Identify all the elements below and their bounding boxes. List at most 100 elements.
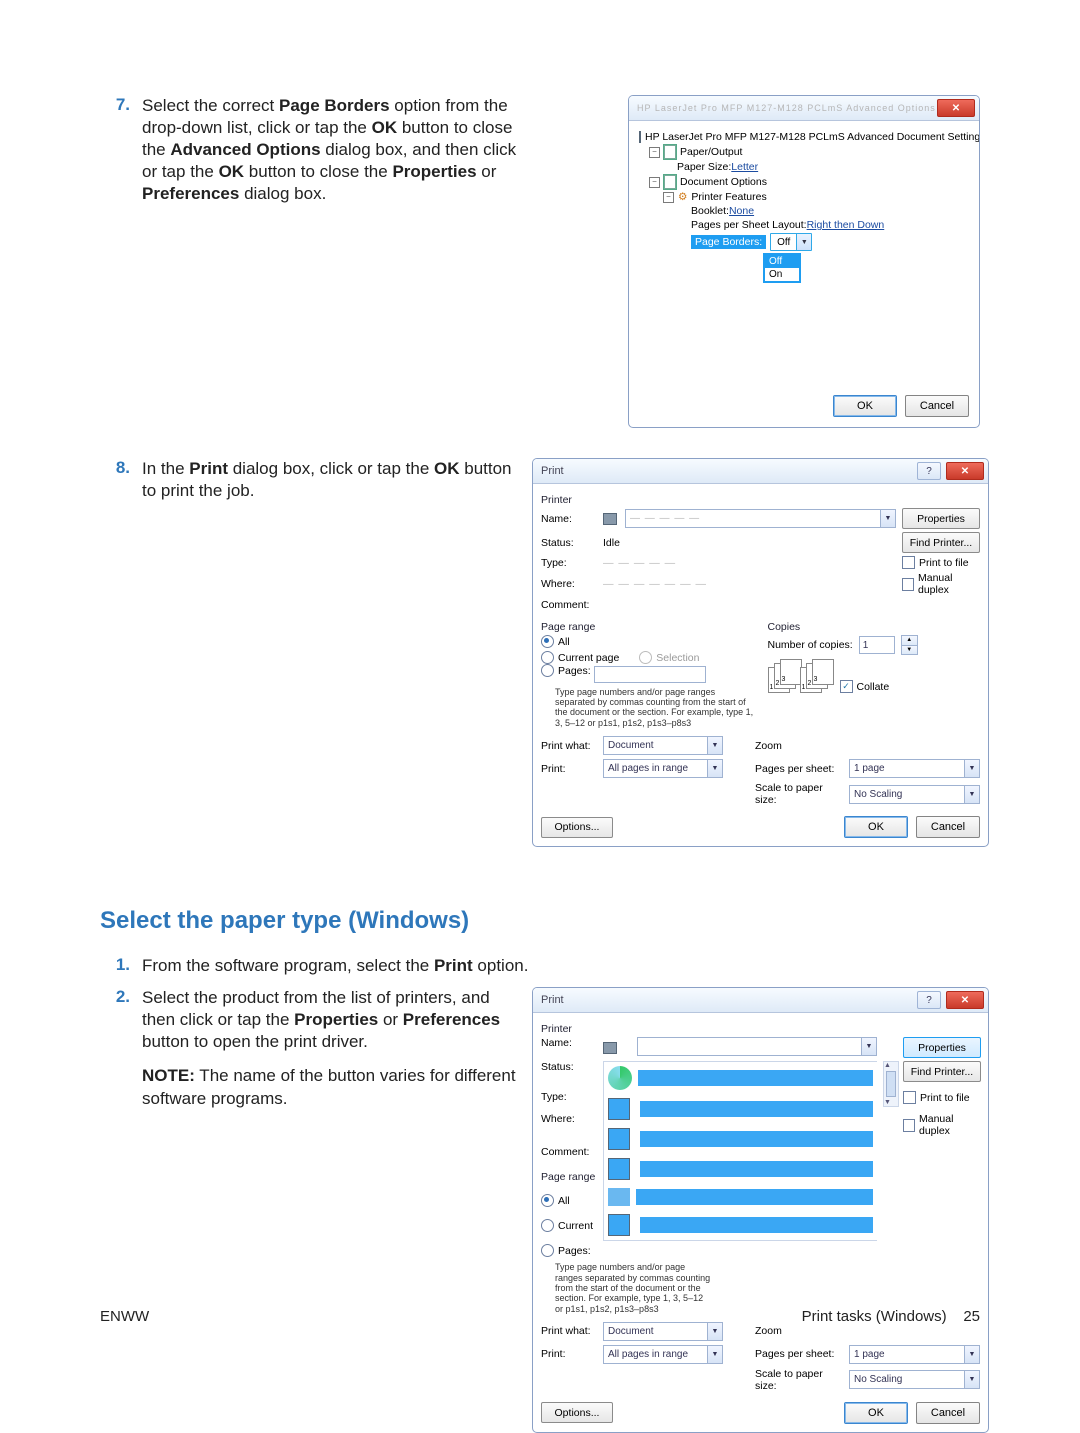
type-value: — — — — — xyxy=(603,557,896,569)
radio-all[interactable]: All xyxy=(541,1194,570,1207)
properties-button[interactable]: Properties xyxy=(902,508,980,529)
t: Print xyxy=(434,956,473,975)
printer-name-dropdown[interactable]: ▼ xyxy=(637,1037,877,1056)
pages-input[interactable] xyxy=(594,666,706,683)
print-dialog: Print ? Printer Name: — — — — —▼ Pr xyxy=(532,458,989,847)
tree-toggle-icon[interactable]: − xyxy=(649,177,660,188)
options-button[interactable]: Options... xyxy=(541,817,613,838)
scale-dropdown[interactable]: No Scaling▼ xyxy=(849,1370,980,1389)
chevron-down-icon: ▼ xyxy=(880,510,895,527)
radio-all[interactable]: All xyxy=(541,635,570,648)
footer-section: Print tasks (Windows) xyxy=(802,1308,947,1325)
scale-dropdown[interactable]: No Scaling▼ xyxy=(849,785,980,804)
t: No Scaling xyxy=(854,789,902,800)
option-on[interactable]: On xyxy=(765,268,799,281)
options-button[interactable]: Options... xyxy=(541,1402,613,1423)
step-7: 7. Select the correct Page Borders optio… xyxy=(100,95,980,428)
t: Document xyxy=(608,740,654,751)
radio-current-page[interactable]: Current xyxy=(541,1219,593,1232)
step-number: 8. xyxy=(100,458,142,478)
label: Number of copies: xyxy=(768,639,853,651)
close-icon[interactable] xyxy=(937,99,975,117)
cancel-button[interactable]: Cancel xyxy=(916,1402,980,1424)
t: In the xyxy=(142,459,189,478)
pages-per-sheet-dropdown[interactable]: 1 page▼ xyxy=(849,759,980,778)
cancel-button[interactable]: Cancel xyxy=(916,816,980,838)
page-borders-options-list[interactable]: Off On xyxy=(763,253,801,283)
page-borders-dropdown[interactable]: Off ▼ xyxy=(770,233,812,251)
t: Manual duplex xyxy=(918,572,980,596)
ok-button[interactable]: OK xyxy=(833,395,897,417)
tree-value-link[interactable]: Right then Down xyxy=(807,219,885,231)
cancel-button[interactable]: Cancel xyxy=(905,395,969,417)
t: Preferences xyxy=(403,1010,500,1029)
tree-toggle-icon[interactable]: − xyxy=(649,147,660,158)
properties-button[interactable]: Properties xyxy=(903,1037,981,1058)
print-to-file-checkbox[interactable]: Print to file xyxy=(902,556,980,569)
status-value: Idle xyxy=(603,537,896,549)
printer-icon xyxy=(603,1042,617,1054)
radio-pages[interactable]: Pages: xyxy=(541,1244,591,1257)
t: dialog box, click or tap the xyxy=(228,459,434,478)
t: Print xyxy=(189,459,228,478)
t: Print to file xyxy=(919,557,969,569)
copies-spinner[interactable]: ▲▼ xyxy=(901,635,918,655)
ok-button[interactable]: OK xyxy=(844,816,908,838)
print-what-dropdown[interactable]: Document ▼ xyxy=(603,736,723,755)
radio-current-page[interactable]: Current page xyxy=(541,651,619,664)
chevron-down-icon: ▼ xyxy=(707,737,722,754)
collate-checkbox[interactable]: ✓Collate xyxy=(840,680,890,693)
t: Document xyxy=(608,1326,654,1337)
manual-duplex-checkbox[interactable]: Manual duplex xyxy=(903,1113,981,1137)
step-number: 7. xyxy=(100,95,142,115)
copies-input[interactable]: 1 xyxy=(859,636,895,654)
printer-option[interactable] xyxy=(638,1070,873,1086)
step-number: 2. xyxy=(100,987,142,1007)
print-range-dropdown[interactable]: All pages in range▼ xyxy=(603,1345,723,1364)
radio-selection: Selection xyxy=(639,651,699,664)
group-label: Zoom xyxy=(755,1325,843,1337)
chevron-down-icon: ▼ xyxy=(707,760,722,777)
radio-pages[interactable]: Pages: xyxy=(541,664,591,677)
print-range-dropdown[interactable]: All pages in range▼ xyxy=(603,759,723,778)
find-printer-button[interactable]: Find Printer... xyxy=(902,532,980,553)
chevron-down-icon: ▼ xyxy=(707,1346,722,1363)
tree-toggle-icon[interactable]: − xyxy=(663,192,674,203)
t: Pages: xyxy=(558,665,591,677)
t: OK xyxy=(372,118,398,137)
option-off[interactable]: Off xyxy=(765,255,799,268)
t: Print to file xyxy=(920,1092,970,1104)
ok-button[interactable]: OK xyxy=(844,1402,908,1424)
print-to-file-checkbox[interactable]: Print to file xyxy=(903,1091,981,1104)
pages-per-sheet-dropdown[interactable]: 1 page▼ xyxy=(849,1345,980,1364)
printer-option[interactable] xyxy=(636,1189,873,1205)
dialog-title: Print xyxy=(541,994,564,1006)
t: Manual duplex xyxy=(919,1113,981,1137)
help-icon[interactable]: ? xyxy=(917,991,941,1009)
t: or xyxy=(378,1010,403,1029)
close-icon[interactable] xyxy=(946,462,984,480)
t: Current page xyxy=(558,652,619,664)
t: Collate xyxy=(857,681,890,693)
printer-option[interactable] xyxy=(640,1131,873,1147)
close-icon[interactable] xyxy=(946,991,984,1009)
dropdown-value: Off xyxy=(771,237,796,248)
printer-name-dropdown[interactable]: — — — — —▼ xyxy=(625,509,896,528)
chevron-down-icon: ▼ xyxy=(964,760,979,777)
manual-duplex-checkbox[interactable]: Manual duplex xyxy=(902,572,980,596)
find-printer-button[interactable]: Find Printer... xyxy=(903,1061,981,1082)
help-icon[interactable]: ? xyxy=(917,462,941,480)
t: No Scaling xyxy=(854,1374,902,1385)
label: Booklet: xyxy=(691,205,729,217)
network-printer-icon xyxy=(608,1066,632,1090)
tree-value-link[interactable]: Letter xyxy=(731,161,758,173)
t: Advanced Options xyxy=(170,140,320,159)
tree-value-link[interactable]: None xyxy=(729,205,754,217)
scrollbar[interactable]: ▲▼ xyxy=(883,1061,899,1107)
printer-icon xyxy=(608,1158,630,1180)
label: Print what: xyxy=(541,740,597,752)
printer-option[interactable] xyxy=(640,1161,873,1177)
page-number: 25 xyxy=(963,1308,980,1325)
printer-option[interactable] xyxy=(640,1101,873,1117)
printer-option[interactable] xyxy=(640,1217,873,1233)
